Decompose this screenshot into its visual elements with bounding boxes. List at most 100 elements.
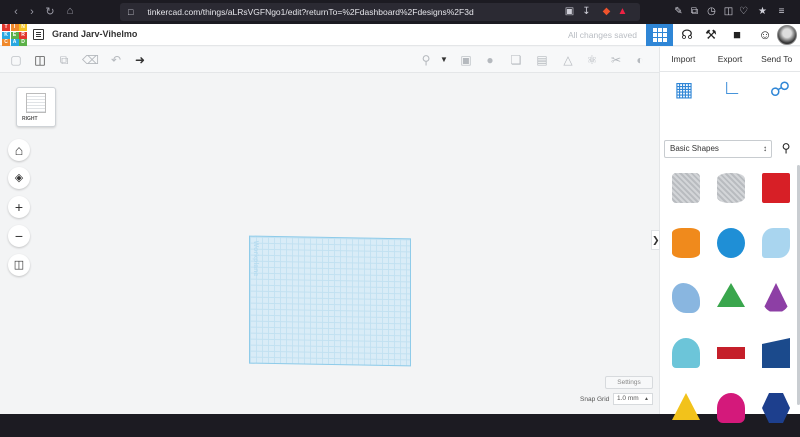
send-to-button[interactable]: Send To [753, 47, 800, 71]
shape-tile-wedge[interactable] [754, 330, 798, 382]
menu-icon[interactable]: ≡ [775, 5, 788, 18]
zoom-in-button[interactable]: + [8, 196, 30, 218]
wedge-icon [762, 338, 790, 368]
snap-grid-select[interactable]: 1.0 mm ▲ [613, 393, 653, 405]
pyramid-yellow-icon [672, 393, 700, 420]
tinkercad-logo[interactable]: TIN KER CAD [2, 24, 27, 46]
ruler-tool-icon[interactable]: ∟ [718, 77, 746, 107]
adblock-icon[interactable]: ▲ [616, 5, 629, 18]
search-icon[interactable]: ⚲ [778, 141, 794, 157]
new-shape-icon[interactable]: ▢ [8, 52, 24, 68]
shape-tile-cone[interactable] [754, 275, 798, 327]
chevron-down-icon[interactable]: ▼ [436, 52, 452, 68]
back-icon[interactable]: ‹ [8, 6, 24, 18]
avatar[interactable] [777, 25, 797, 45]
duplicate-icon[interactable]: ⧉ [56, 52, 72, 68]
cruise-icon[interactable]: ⚛ [584, 52, 600, 68]
screenshot-icon[interactable]: ▣ [563, 5, 576, 18]
ruler-icon[interactable]: ✂ [608, 52, 624, 68]
pickaxe-icon[interactable]: ⚒ [702, 27, 720, 43]
cone-icon [762, 283, 790, 312]
view-cube-label: RIGHT [22, 116, 38, 122]
shape-tile-half-sphere[interactable] [709, 385, 753, 437]
snap-grid-value: 1.0 mm [617, 395, 639, 402]
group-icon[interactable]: ● [482, 52, 498, 68]
snap-grid-label: Snap Grid [580, 396, 610, 403]
ungroup-icon[interactable]: ❏ [508, 52, 524, 68]
shape-tile-pyramid[interactable] [709, 275, 753, 327]
shape-tile-pyramid-yellow[interactable] [664, 385, 708, 437]
logo-tile: C [2, 39, 10, 46]
3d-view-button[interactable] [646, 24, 673, 46]
home-view-button[interactable]: ⌂ [8, 139, 30, 161]
shape-tile-polygon[interactable] [754, 385, 798, 437]
notes-icon[interactable]: ☍ [766, 77, 794, 107]
shape-tile-sphere[interactable] [709, 220, 753, 272]
perspective-button[interactable]: ◫ [8, 254, 30, 276]
history-icon[interactable]: ◷ [705, 5, 718, 18]
bookmarks-icon[interactable]: ♡ [737, 5, 750, 18]
mirror-icon[interactable]: △ [560, 52, 576, 68]
reload-icon[interactable]: ↻ [42, 5, 58, 18]
shield-icon[interactable]: ★ [756, 5, 769, 18]
design-menu-icon[interactable] [33, 29, 44, 40]
sidebar-icon[interactable]: ◫ [722, 5, 735, 18]
logo-tile: R [19, 31, 27, 39]
shape-tile-shape-generator[interactable] [664, 275, 708, 327]
delete-icon[interactable]: ⌫ [82, 52, 99, 68]
export-button[interactable]: Export [707, 47, 754, 71]
polygon-icon [762, 393, 790, 423]
workplane[interactable]: Workplane [249, 235, 411, 367]
bookmark-icon[interactable]: □ [128, 7, 133, 17]
hide-icon[interactable]: ◐ [632, 52, 648, 68]
workplane-label: Workplane [252, 240, 259, 277]
collapse-panel-button[interactable]: ❯ [651, 230, 660, 250]
design-title[interactable]: Grand Jarv-Vihelmo [52, 29, 137, 39]
shape-category-select[interactable]: Basic Shapes ↕ [664, 140, 772, 158]
browser-toolbar: ‹ › ↻ ⌂ □ tinkercad.com/things/aLRsVGFNg… [0, 0, 800, 24]
shape-tile-text[interactable] [709, 330, 753, 382]
add-user-icon[interactable]: ☺ [756, 27, 774, 43]
scribble-icon [762, 228, 790, 258]
text-icon [717, 347, 745, 359]
shape-tile-roof[interactable] [664, 330, 708, 382]
box-hole-icon [672, 173, 700, 203]
shape-tile-cylinder-hole[interactable] [709, 165, 753, 217]
cylinder-hole-icon [717, 173, 745, 203]
align-icon[interactable]: ▤ [534, 52, 550, 68]
import-button[interactable]: Import [660, 47, 707, 71]
logo-tile: D [19, 39, 27, 46]
save-status: All changes saved [568, 30, 637, 40]
top-bar: TIN KER CAD Grand Jarv-Vihelmo All changes… [0, 24, 800, 46]
extension-icon[interactable]: ◆ [600, 5, 613, 18]
light-bulb-icon[interactable]: ⚲ [418, 52, 434, 68]
workplane-icon[interactable]: ▦ [670, 77, 698, 107]
sim-lab-icon[interactable]: ☊ [678, 27, 696, 43]
shape-tile-box[interactable] [754, 165, 798, 217]
copy-icon[interactable]: ⧉ [688, 5, 701, 18]
undo-icon[interactable]: ↶ [108, 52, 124, 68]
redo-icon[interactable]: ➜ [132, 52, 148, 68]
chevron-up-icon: ▲ [644, 396, 649, 402]
logo-tile: I [10, 24, 19, 31]
fit-view-button[interactable]: ◈ [8, 167, 30, 189]
shape-tile-scribble[interactable] [754, 220, 798, 272]
bricks-icon[interactable]: ■ [728, 27, 746, 43]
shape-tile-cylinder[interactable] [664, 220, 708, 272]
download-icon[interactable]: ↧ [580, 5, 593, 18]
url-bar[interactable]: □ tinkercad.com/things/aLRsVGFNgo1/edit?… [120, 3, 640, 21]
note-icon[interactable]: ▣ [458, 52, 474, 68]
roof-icon [672, 338, 700, 368]
shape-tile-box-hole[interactable] [664, 165, 708, 217]
forward-icon[interactable]: › [24, 6, 40, 18]
shape-generator-icon [672, 283, 700, 313]
pyramid-icon [717, 283, 745, 307]
zoom-out-button[interactable]: − [8, 225, 30, 247]
paste-icon[interactable]: ◫ [32, 52, 48, 68]
logo-tile: K [2, 31, 10, 39]
logo-tile: T [2, 24, 10, 31]
settings-button[interactable]: Settings [605, 376, 653, 389]
translate-icon[interactable]: ✎ [672, 5, 685, 18]
home-icon[interactable]: ⌂ [62, 5, 78, 17]
view-cube[interactable]: RIGHT [16, 87, 56, 127]
